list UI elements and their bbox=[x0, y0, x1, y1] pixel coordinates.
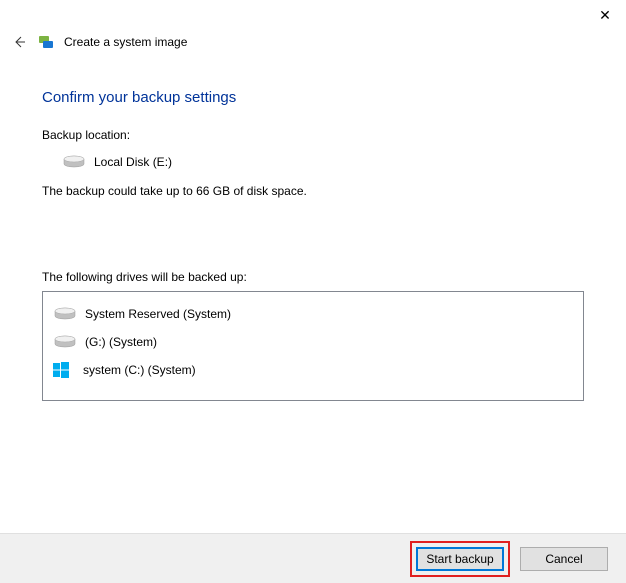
drives-list: System Reserved (System) (G:) (System) bbox=[42, 291, 584, 401]
titlebar: ✕ bbox=[0, 0, 626, 30]
windows-icon bbox=[53, 362, 73, 378]
cancel-button[interactable]: Cancel bbox=[520, 547, 608, 571]
close-icon: ✕ bbox=[599, 7, 611, 24]
highlight-annotation: Start backup bbox=[410, 541, 510, 577]
backup-location-label: Backup location: bbox=[42, 128, 584, 142]
list-item: System Reserved (System) bbox=[53, 300, 573, 328]
close-button[interactable]: ✕ bbox=[584, 0, 626, 30]
footer: Start backup Cancel bbox=[0, 533, 626, 583]
page-title: Confirm your backup settings bbox=[42, 89, 584, 106]
disk-icon bbox=[53, 306, 75, 322]
app-title: Create a system image bbox=[64, 35, 187, 49]
disk-icon bbox=[53, 334, 75, 350]
app-icon bbox=[38, 34, 54, 50]
drive-name: system (C:) (System) bbox=[83, 363, 196, 377]
drives-label: The following drives will be backed up: bbox=[42, 270, 584, 284]
size-note: The backup could take up to 66 GB of dis… bbox=[42, 184, 584, 198]
backup-location-row: Local Disk (E:) bbox=[42, 154, 584, 170]
header-row: Create a system image bbox=[0, 30, 626, 54]
list-item: system (C:) (System) bbox=[53, 356, 573, 384]
list-item: (G:) (System) bbox=[53, 328, 573, 356]
back-button[interactable] bbox=[10, 33, 28, 51]
content-area: Confirm your backup settings Backup loca… bbox=[0, 54, 626, 401]
disk-icon bbox=[62, 154, 84, 170]
back-arrow-icon bbox=[11, 34, 27, 50]
start-backup-button[interactable]: Start backup bbox=[416, 547, 504, 571]
drive-name: (G:) (System) bbox=[85, 335, 157, 349]
drive-name: System Reserved (System) bbox=[85, 307, 231, 321]
backup-location-name: Local Disk (E:) bbox=[94, 155, 172, 169]
